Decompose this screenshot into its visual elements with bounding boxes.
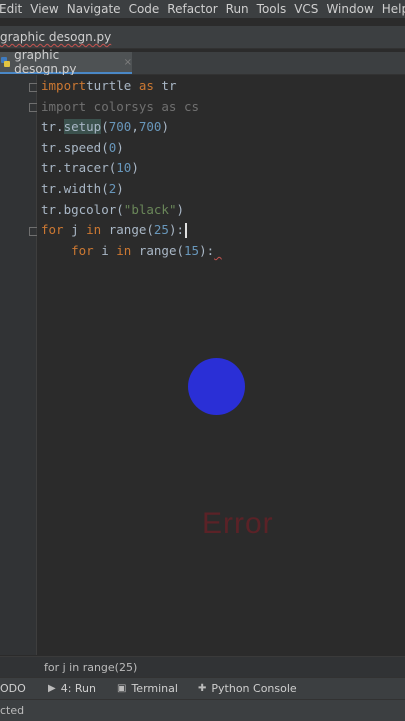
code-line[interactable]: tr.width(2): [41, 179, 124, 199]
error-overlay-text: Error: [202, 507, 274, 540]
menu-vcs[interactable]: VCS: [294, 2, 318, 16]
code-token: "black": [123, 202, 177, 217]
menu-navigate[interactable]: Navigate: [67, 2, 121, 16]
code-token: range(: [131, 243, 185, 258]
python-console-tool-button[interactable]: ✚ Python Console: [198, 678, 297, 699]
menu-code[interactable]: Code: [129, 2, 160, 16]
code-token: ): [116, 181, 124, 196]
code-token: as: [138, 78, 154, 93]
code-token: tr.tracer(: [41, 160, 117, 175]
code-line[interactable]: importturtle as tr: [41, 76, 176, 96]
code-token: range(: [101, 222, 154, 237]
editor-tab-bar: graphic desogn.py ×: [0, 48, 405, 76]
code-token: in: [116, 243, 132, 258]
python-file-icon: [1, 57, 11, 67]
code-line[interactable]: for j in range(25):: [41, 220, 188, 240]
code-token: import colorsys as cs: [41, 99, 200, 114]
code-token: tr.: [41, 119, 64, 134]
code-token: import: [41, 78, 87, 93]
code-token: ): [161, 119, 169, 134]
code-token: for: [41, 222, 64, 237]
menu-edit[interactable]: Edit: [0, 2, 22, 16]
code-line[interactable]: tr.setup(700,700): [41, 117, 169, 137]
code-token: in: [86, 222, 102, 237]
code-token: (: [101, 119, 109, 134]
code-token: 700: [138, 119, 162, 134]
tool-window-bar: ODO ▶ 4: Run ▣ Terminal ✚ Python Console: [0, 677, 405, 699]
code-token: ):: [168, 222, 185, 237]
menu-run[interactable]: Run: [226, 2, 249, 16]
code-token: setup: [63, 119, 102, 134]
code-line[interactable]: import colorsys as cs: [41, 97, 199, 117]
run-tool-button[interactable]: ▶ 4: Run: [48, 678, 96, 699]
python-console-icon: ✚: [198, 683, 207, 694]
menu-view[interactable]: View: [30, 2, 58, 16]
breadcrumb: for j in range(25): [0, 656, 405, 677]
code-token: 15: [184, 243, 200, 258]
error-underline: [214, 243, 222, 258]
code-token: ,: [131, 119, 139, 134]
text-caret: [185, 223, 188, 238]
close-icon[interactable]: ×: [124, 57, 132, 68]
code-line[interactable]: tr.speed(0): [41, 138, 124, 158]
menu-window[interactable]: Window: [326, 2, 373, 16]
code-token: 700: [108, 119, 132, 134]
code-token: tr.bgcolor(: [41, 202, 124, 217]
status-bar: cted: [0, 699, 405, 721]
code-token: i: [93, 243, 117, 258]
todo-label: ODO: [0, 682, 26, 695]
code-line[interactable]: for i in range(15):: [41, 241, 222, 261]
run-label: 4: Run: [60, 682, 96, 695]
status-text: cted: [0, 704, 25, 717]
menu-refactor[interactable]: Refactor: [167, 2, 217, 16]
menu-help[interactable]: Help: [382, 2, 405, 16]
terminal-tool-button[interactable]: ▣ Terminal: [117, 678, 178, 699]
menu-bar: Edit View Navigate Code Refactor Run Too…: [0, 0, 405, 18]
nav-file[interactable]: graphic desogn.py: [0, 30, 111, 44]
code-token: ):: [199, 243, 215, 258]
turtle-dot: [188, 358, 245, 415]
navigation-bar: graphic desogn.py: [0, 26, 405, 49]
code-token: tr.width(: [41, 181, 109, 196]
python-console-label: Python Console: [211, 682, 297, 695]
code-token: for: [71, 243, 94, 258]
editor-gutter: [0, 75, 38, 655]
code-token: ): [131, 160, 139, 175]
play-icon: ▶: [48, 683, 56, 694]
code-token: j: [63, 222, 87, 237]
menu-tools[interactable]: Tools: [257, 2, 287, 16]
breadcrumb-item[interactable]: for j in range(25): [44, 661, 137, 674]
editor-tab[interactable]: graphic desogn.py ×: [0, 48, 132, 76]
code-line[interactable]: tr.tracer(10): [41, 158, 139, 178]
code-token: 10: [116, 160, 132, 175]
code-token: turtle: [86, 78, 139, 93]
terminal-label: Terminal: [131, 682, 178, 695]
code-editor[interactable]: Error importturtle as tr import colorsys …: [37, 75, 405, 655]
code-token: 25: [153, 222, 169, 237]
code-token: tr.speed(: [41, 140, 109, 155]
code-token: ): [176, 202, 185, 217]
editor-tab-label: graphic desogn.py: [14, 48, 77, 76]
code-token: tr: [153, 78, 177, 93]
todo-tool-button[interactable]: ODO: [0, 678, 26, 699]
code-token: ): [116, 140, 124, 155]
code-line[interactable]: tr.bgcolor("black"): [41, 200, 184, 220]
terminal-icon: ▣: [117, 683, 127, 694]
